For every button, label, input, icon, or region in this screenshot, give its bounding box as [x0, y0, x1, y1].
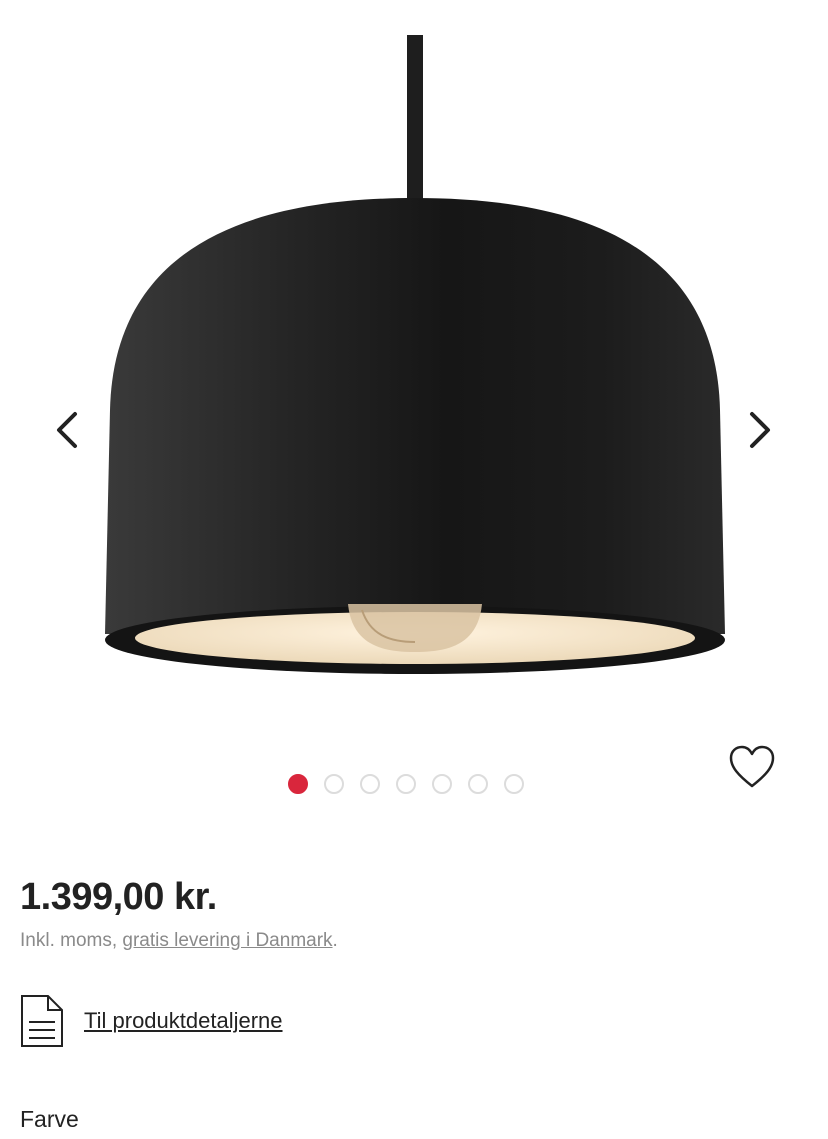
heart-outline-icon [729, 745, 775, 788]
pagination-dot[interactable] [396, 774, 416, 794]
price-note-prefix: Inkl. moms, [20, 930, 123, 951]
product-details-link[interactable]: Til produktdetaljerne [20, 994, 283, 1048]
pagination-dot[interactable] [432, 774, 452, 794]
chevron-right-icon [750, 412, 770, 448]
product-gallery [0, 0, 828, 820]
pagination-dot[interactable] [288, 774, 308, 794]
previous-image-button[interactable] [45, 405, 89, 455]
free-delivery-link[interactable]: gratis levering i Danmark [122, 930, 332, 951]
pagination-dot[interactable] [504, 774, 524, 794]
document-icon [21, 995, 63, 1047]
product-image [105, 35, 725, 674]
pagination-dot[interactable] [360, 774, 380, 794]
price-note-suffix: . [332, 930, 338, 951]
pagination-dot[interactable] [468, 774, 488, 794]
color-option-label: Farve [20, 1106, 79, 1132]
price-note: Inkl. moms, gratis levering i Danmark. [20, 930, 338, 952]
pagination-dot[interactable] [324, 774, 344, 794]
next-image-button[interactable] [738, 405, 782, 455]
product-price: 1.399,00 kr. [20, 876, 217, 918]
wishlist-button[interactable] [726, 742, 778, 792]
product-details-label: Til produktdetaljerne [84, 1008, 283, 1033]
image-pagination [288, 774, 524, 794]
chevron-left-icon [57, 412, 77, 448]
